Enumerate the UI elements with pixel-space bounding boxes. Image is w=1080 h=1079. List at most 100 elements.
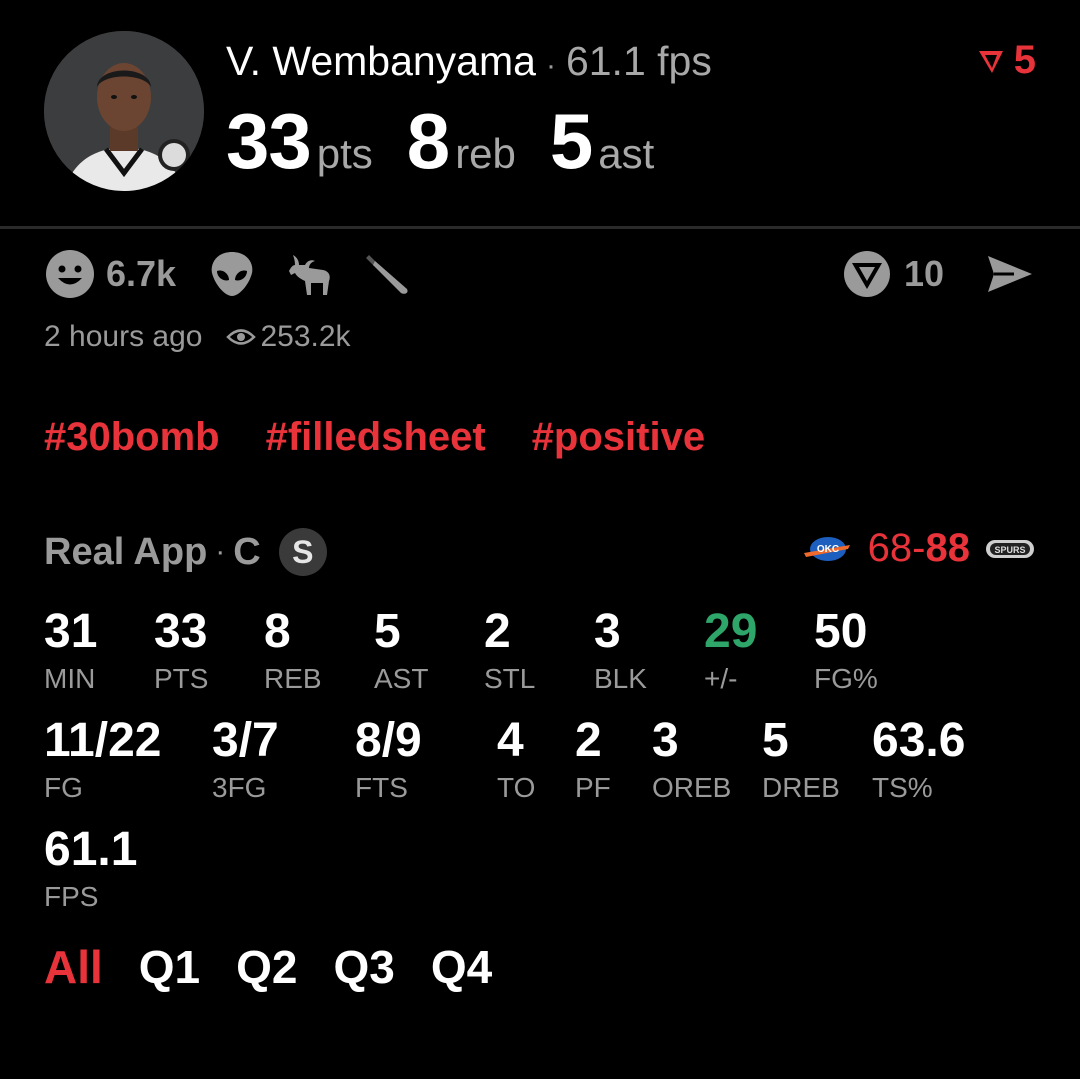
score-dash: - — [912, 526, 926, 570]
stat-fg-pct: 50 FG% — [814, 604, 878, 696]
stat-label: PF — [575, 772, 611, 803]
stat-pts: 33 PTS — [154, 604, 208, 696]
stat-value: 3 — [652, 714, 679, 767]
stat-label: FG% — [814, 663, 878, 694]
stat-value: 11/22 — [44, 714, 162, 767]
real-logo-icon[interactable] — [842, 249, 892, 299]
stat-value: 3 — [594, 605, 621, 658]
stat-to: 4 TO — [497, 713, 535, 805]
source-app[interactable]: Real App — [44, 531, 207, 574]
stat-fg: 11/22 FG — [44, 713, 161, 805]
team-badge: S — [278, 528, 327, 576]
stat-label: AST — [374, 663, 429, 694]
stat-min: 31 MIN — [44, 604, 97, 696]
player-fps: 61.1 fps — [565, 38, 712, 84]
stat-value: 2 — [575, 714, 602, 767]
stat-value: 8 — [264, 605, 291, 658]
tab-q2[interactable]: Q2 — [236, 940, 297, 994]
stat-dreb: 5 DREB — [762, 713, 840, 805]
tab-q3[interactable]: Q3 — [334, 940, 395, 994]
stat-label: MIN — [44, 663, 96, 694]
time-ago: 2 hours ago — [44, 320, 203, 353]
hashtag[interactable]: #filledsheet — [266, 415, 486, 460]
eye-icon — [226, 329, 257, 345]
source-line: Real App · C S — [44, 528, 327, 576]
flag-badge[interactable]: 5 — [976, 38, 1036, 83]
hashtag[interactable]: #30bomb — [44, 415, 220, 460]
stat-value: 63.6 — [872, 714, 966, 767]
tab-q1[interactable]: Q1 — [139, 940, 200, 994]
okc-logo-icon: OKC — [803, 536, 850, 561]
stat-reb: 8 REB — [264, 604, 322, 696]
stat-label: BLK — [594, 663, 647, 694]
headline-ast-value: 5 — [549, 97, 593, 185]
stat-value: 50 — [814, 605, 868, 658]
knife-icon[interactable] — [362, 248, 414, 300]
stat-ts-pct: 63.6 TS% — [872, 713, 965, 805]
stat-value: 31 — [44, 605, 98, 658]
stat-label: 3FG — [212, 772, 267, 803]
stat-label: PTS — [154, 663, 209, 694]
post-meta: 2 hours ago 253.2k — [44, 320, 351, 354]
stat-label: REB — [264, 663, 322, 694]
spurs-logo-icon: SPURS — [986, 539, 1034, 558]
stat-value: 3/7 — [212, 714, 279, 767]
player-headshot — [44, 31, 204, 191]
stat-fps: 61.1 FPS — [44, 822, 137, 914]
stat-value: 8/9 — [355, 714, 422, 767]
away-score: 68 — [867, 526, 913, 570]
stat-value: 29 — [704, 605, 758, 658]
goat-icon[interactable] — [284, 248, 336, 300]
headline-reb-value: 8 — [406, 97, 450, 185]
reaction-bar: 6.7k — [44, 246, 414, 302]
source-separator: · — [215, 535, 226, 568]
stat-label: TO — [497, 772, 536, 803]
player-position: C — [233, 530, 261, 573]
period-tabs: All Q1 Q2 Q3 Q4 — [44, 940, 492, 994]
tab-all[interactable]: All — [44, 940, 103, 994]
svg-text:SPURS: SPURS — [994, 545, 1025, 555]
tab-q4[interactable]: Q4 — [431, 940, 492, 994]
smile-icon[interactable] — [44, 248, 96, 300]
stat-value: 5 — [762, 714, 789, 767]
view-count: 253.2k — [260, 320, 351, 353]
header-divider — [0, 226, 1080, 229]
home-score: 88 — [925, 526, 971, 570]
stat-label: STL — [484, 663, 536, 694]
headline-pts-unit: pts — [316, 130, 373, 177]
stat-3fg: 3/7 3FG — [212, 713, 279, 805]
stat-label: TS% — [872, 772, 933, 803]
stat-blk: 3 BLK — [594, 604, 647, 696]
name-separator: · — [545, 49, 556, 82]
stat-label: DREB — [762, 772, 840, 803]
vote-count: 10 — [903, 253, 944, 294]
hashtag-list: #30bomb #filledsheet #positive — [44, 415, 705, 460]
alien-icon[interactable] — [206, 248, 258, 300]
stat-pf: 2 PF — [575, 713, 611, 805]
stat-value: 4 — [497, 714, 524, 767]
stat-ast: 5 AST — [374, 604, 428, 696]
stat-label: FTS — [355, 772, 408, 803]
hashtag[interactable]: #positive — [532, 415, 705, 460]
send-icon[interactable] — [984, 248, 1036, 300]
stat-value: 61.1 — [44, 823, 138, 876]
stat-plus-minus: 29 +/- — [704, 604, 757, 696]
stat-value: 33 — [154, 605, 208, 658]
stat-label: OREB — [652, 772, 732, 803]
headline-pts-value: 33 — [226, 97, 312, 185]
flag-icon — [978, 50, 1003, 73]
headline-reb-unit: reb — [455, 130, 516, 177]
post-actions: 10 — [842, 246, 1036, 302]
headline-stats: 33 pts 8 reb 5 ast — [226, 96, 688, 187]
player-avatar[interactable] — [44, 31, 204, 191]
stat-label: FPS — [44, 881, 99, 912]
player-title-line: V. Wembanyama · 61.1 fps — [226, 38, 712, 89]
game-score[interactable]: OKC 68-88 SPURS — [802, 526, 1036, 571]
smile-count: 6.7k — [106, 253, 177, 294]
headline-ast-unit: ast — [598, 130, 655, 177]
stat-stl: 2 STL — [484, 604, 535, 696]
player-name[interactable]: V. Wembanyama — [226, 38, 536, 84]
stat-value: 5 — [374, 605, 401, 658]
stat-fts: 8/9 FTS — [355, 713, 422, 805]
stat-label: +/- — [704, 663, 738, 694]
